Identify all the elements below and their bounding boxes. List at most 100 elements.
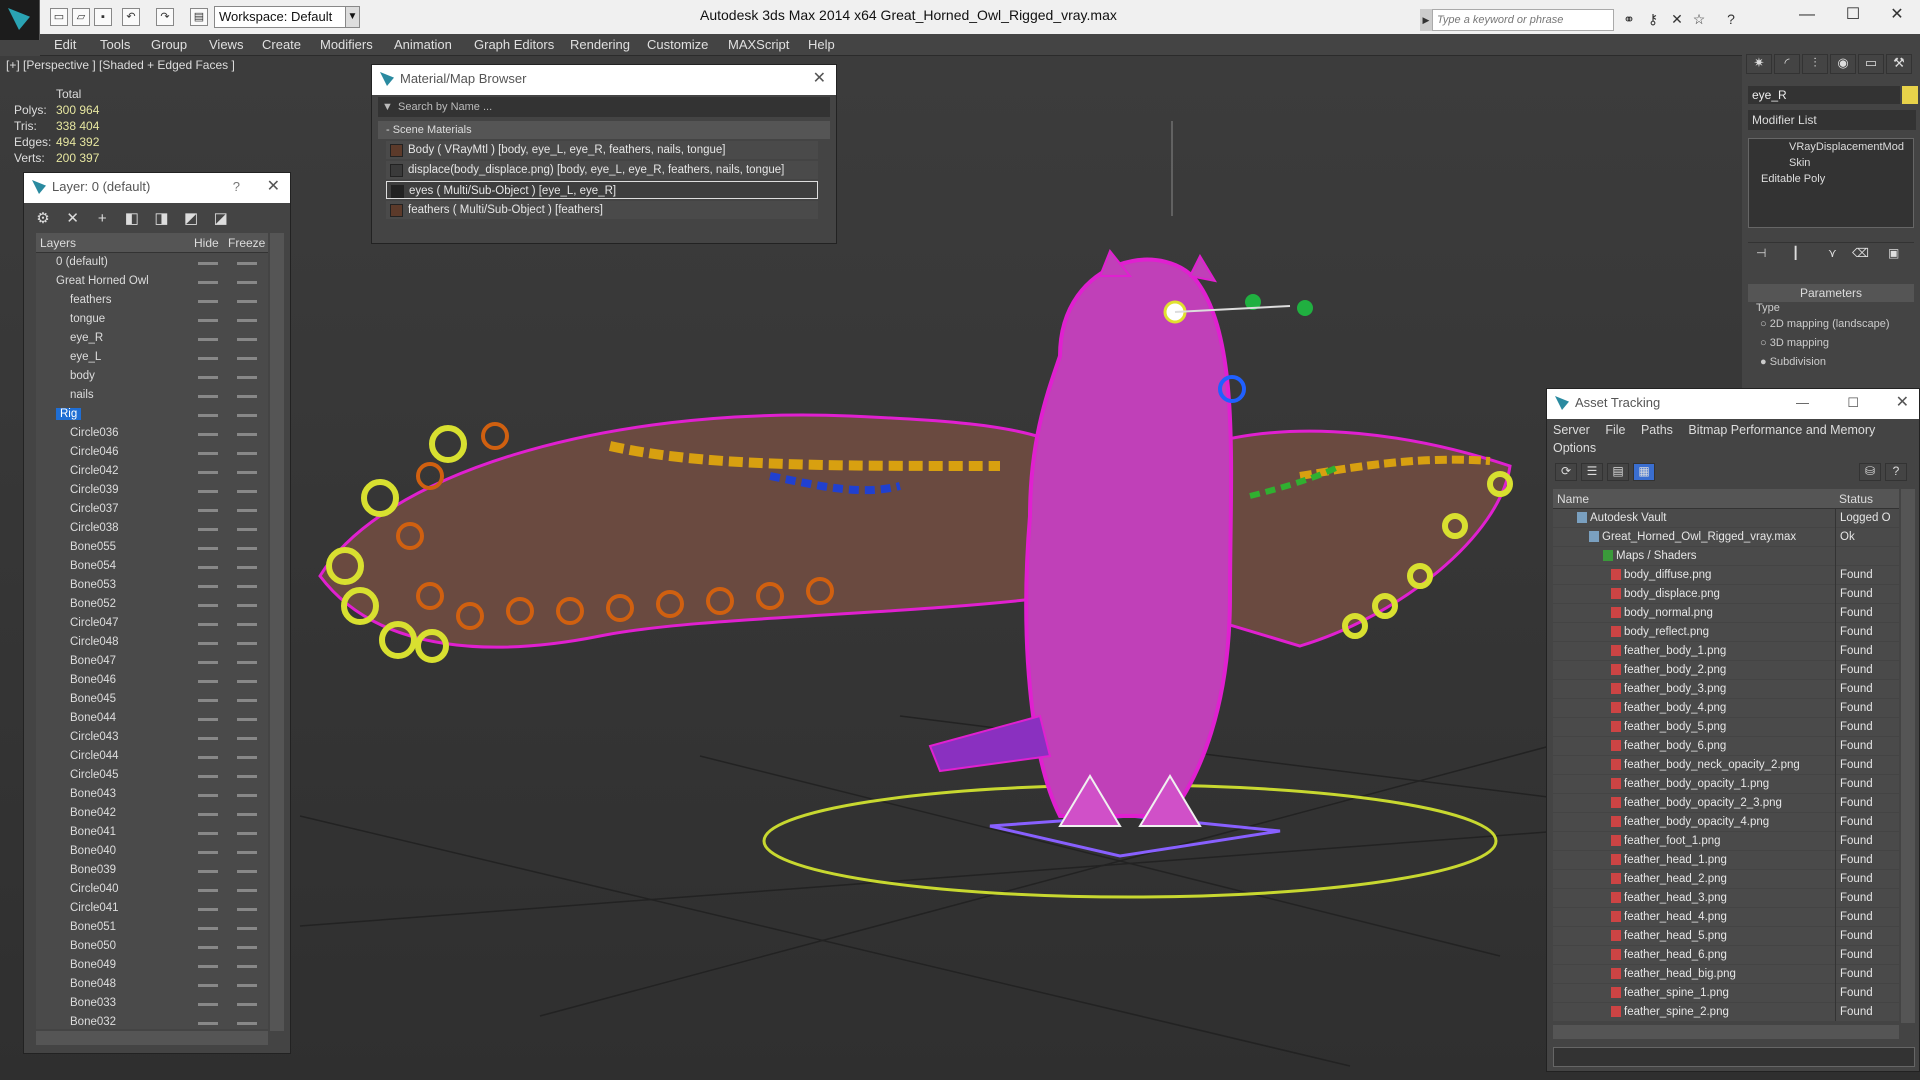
redo-icon[interactable]: ↷ bbox=[156, 8, 174, 26]
freeze-toggle-icon[interactable]: ▬▬ bbox=[237, 348, 257, 367]
asset-tracking-titlebar[interactable]: Asset Tracking — ☐ ✕ bbox=[1547, 389, 1919, 419]
menu-rendering[interactable]: Rendering bbox=[570, 37, 630, 52]
freeze-toggle-icon[interactable]: ▬▬ bbox=[237, 386, 257, 405]
menu-options[interactable]: Options bbox=[1553, 441, 1596, 455]
menu-modifiers[interactable]: Modifiers bbox=[320, 37, 373, 52]
hide-toggle-icon[interactable]: ▬▬ bbox=[198, 614, 218, 633]
material-row[interactable]: feathers ( Multi/Sub-Object ) [feathers] bbox=[386, 201, 818, 219]
hide-toggle-icon[interactable]: ▬▬ bbox=[198, 652, 218, 671]
close-icon[interactable]: ✕ bbox=[1896, 389, 1909, 417]
hide-toggle-icon[interactable]: ▬▬ bbox=[198, 937, 218, 956]
pin-stack-icon[interactable]: ⊣ bbox=[1756, 246, 1766, 260]
hide-toggle-icon[interactable]: ▬▬ bbox=[198, 785, 218, 804]
binoculars-icon[interactable]: ⚭ bbox=[1620, 10, 1638, 28]
hide-toggle-icon[interactable]: ▬▬ bbox=[198, 690, 218, 709]
freeze-toggle-icon[interactable]: ▬▬ bbox=[237, 519, 257, 538]
save-icon[interactable]: ▪ bbox=[94, 8, 112, 26]
menu-group[interactable]: Group bbox=[151, 37, 187, 52]
object-color-swatch[interactable] bbox=[1902, 86, 1918, 104]
radio-3d-mapping[interactable]: ○ 3D mapping bbox=[1760, 337, 1829, 349]
layer-row[interactable]: feathers ▬▬ ▬▬ bbox=[36, 291, 268, 310]
freeze-toggle-icon[interactable]: ▬▬ bbox=[237, 709, 257, 728]
menu-graph-editors[interactable]: Graph Editors bbox=[474, 37, 554, 52]
menu-maxscript[interactable]: MAXScript bbox=[728, 37, 789, 52]
material-browser-titlebar[interactable]: Material/Map Browser ✕ bbox=[372, 65, 836, 95]
material-search-input[interactable]: ▼ Search by Name ... bbox=[378, 97, 830, 117]
asset-row[interactable]: feather_body_1.png Found bbox=[1553, 642, 1899, 661]
asset-row[interactable]: feather_spine_1.png Found bbox=[1553, 984, 1899, 1003]
layer-panel-titlebar[interactable]: Layer: 0 (default) ? ✕ bbox=[24, 173, 290, 203]
material-row[interactable]: Body ( VRayMtl ) [body, eye_L, eye_R, fe… bbox=[386, 141, 818, 159]
help-icon[interactable]: ? bbox=[1885, 463, 1907, 481]
layer-row[interactable]: Bone045 ▬▬ ▬▬ bbox=[36, 690, 268, 709]
hide-all-icon[interactable]: ◩ bbox=[178, 209, 204, 227]
layer-row[interactable]: Circle048 ▬▬ ▬▬ bbox=[36, 633, 268, 652]
freeze-toggle-icon[interactable]: ▬▬ bbox=[237, 994, 257, 1013]
hide-toggle-icon[interactable]: ▬▬ bbox=[198, 766, 218, 785]
hide-toggle-icon[interactable]: ▬▬ bbox=[198, 994, 218, 1013]
col-status[interactable]: Status bbox=[1839, 489, 1873, 509]
make-unique-icon[interactable]: ⋎ bbox=[1828, 246, 1837, 260]
project-folder-icon[interactable]: ▤ bbox=[190, 8, 208, 26]
asset-row[interactable]: feather_head_6.png Found bbox=[1553, 946, 1899, 965]
layer-row[interactable]: Bone047 ▬▬ ▬▬ bbox=[36, 652, 268, 671]
asset-row[interactable]: feather_body_2.png Found bbox=[1553, 661, 1899, 680]
hide-toggle-icon[interactable]: ▬▬ bbox=[198, 747, 218, 766]
close-icon[interactable]: ✕ bbox=[813, 65, 826, 93]
search-input[interactable]: Type a keyword or phrase bbox=[1432, 9, 1614, 31]
hide-toggle-icon[interactable]: ▬▬ bbox=[198, 329, 218, 348]
layer-row[interactable]: eye_R ▬▬ ▬▬ bbox=[36, 329, 268, 348]
asset-row[interactable]: feather_body_5.png Found bbox=[1553, 718, 1899, 737]
material-row[interactable]: displace(body_displace.png) [body, eye_L… bbox=[386, 161, 818, 179]
asset-row[interactable]: body_diffuse.png Found bbox=[1553, 566, 1899, 585]
layer-row[interactable]: Bone048 ▬▬ ▬▬ bbox=[36, 975, 268, 994]
hide-toggle-icon[interactable]: ▬▬ bbox=[198, 1013, 218, 1029]
asset-row[interactable]: feather_spine_2.png Found bbox=[1553, 1003, 1899, 1021]
layer-row[interactable]: Circle044 ▬▬ ▬▬ bbox=[36, 747, 268, 766]
layer-row[interactable]: Bone043 ▬▬ ▬▬ bbox=[36, 785, 268, 804]
hide-toggle-icon[interactable]: ▬▬ bbox=[198, 481, 218, 500]
hide-toggle-icon[interactable]: ▬▬ bbox=[198, 576, 218, 595]
asset-row[interactable]: feather_head_big.png Found bbox=[1553, 965, 1899, 984]
material-row[interactable]: eyes ( Multi/Sub-Object ) [eye_L, eye_R] bbox=[386, 181, 818, 199]
horizontal-scrollbar[interactable] bbox=[36, 1031, 268, 1045]
layer-row[interactable]: Circle047 ▬▬ ▬▬ bbox=[36, 614, 268, 633]
layer-row[interactable]: Bone054 ▬▬ ▬▬ bbox=[36, 557, 268, 576]
freeze-toggle-icon[interactable]: ▬▬ bbox=[237, 804, 257, 823]
freeze-toggle-icon[interactable]: ▬▬ bbox=[237, 1013, 257, 1029]
hide-toggle-icon[interactable]: ▬▬ bbox=[198, 538, 218, 557]
menu-create[interactable]: Create bbox=[262, 37, 301, 52]
layer-row[interactable]: Circle036 ▬▬ ▬▬ bbox=[36, 424, 268, 443]
layer-row[interactable]: Circle045 ▬▬ ▬▬ bbox=[36, 766, 268, 785]
show-end-result-icon[interactable]: ┃ bbox=[1792, 246, 1799, 260]
freeze-toggle-icon[interactable]: ▬▬ bbox=[237, 823, 257, 842]
asset-row[interactable]: feather_body_opacity_1.png Found bbox=[1553, 775, 1899, 794]
freeze-toggle-icon[interactable]: ▬▬ bbox=[237, 329, 257, 348]
freeze-toggle-icon[interactable]: ▬▬ bbox=[237, 557, 257, 576]
hide-toggle-icon[interactable]: ▬▬ bbox=[198, 671, 218, 690]
asset-row[interactable]: feather_head_5.png Found bbox=[1553, 927, 1899, 946]
col-layers[interactable]: Layers bbox=[40, 233, 76, 253]
horizontal-scrollbar[interactable] bbox=[1553, 1025, 1899, 1039]
stack-item[interactable]: Editable Poly bbox=[1749, 171, 1913, 187]
freeze-toggle-icon[interactable]: ▬▬ bbox=[237, 861, 257, 880]
freeze-toggle-icon[interactable]: ▬▬ bbox=[237, 405, 257, 424]
stack-item[interactable]: VRayDisplacementMod bbox=[1749, 139, 1913, 155]
layer-row[interactable]: 0 (default) ▬▬ ▬▬ bbox=[36, 253, 268, 272]
freeze-toggle-icon[interactable]: ▬▬ bbox=[237, 576, 257, 595]
layer-row[interactable]: eye_L ▬▬ ▬▬ bbox=[36, 348, 268, 367]
freeze-toggle-icon[interactable]: ▬▬ bbox=[237, 918, 257, 937]
layer-row[interactable]: Bone050 ▬▬ ▬▬ bbox=[36, 937, 268, 956]
freeze-toggle-icon[interactable]: ▬▬ bbox=[237, 481, 257, 500]
freeze-toggle-icon[interactable]: ▬▬ bbox=[237, 766, 257, 785]
hide-toggle-icon[interactable]: ▬▬ bbox=[198, 595, 218, 614]
modifier-list-dropdown[interactable]: Modifier List bbox=[1748, 110, 1916, 130]
asset-row[interactable]: Great_Horned_Owl_Rigged_vray.max Ok bbox=[1553, 528, 1899, 547]
layer-row[interactable]: Bone041 ▬▬ ▬▬ bbox=[36, 823, 268, 842]
freeze-toggle-icon[interactable]: ▬▬ bbox=[237, 595, 257, 614]
hide-toggle-icon[interactable]: ▬▬ bbox=[198, 405, 218, 424]
table-view-icon[interactable]: ▦ bbox=[1633, 463, 1655, 481]
hide-toggle-icon[interactable]: ▬▬ bbox=[198, 462, 218, 481]
asset-row[interactable]: body_normal.png Found bbox=[1553, 604, 1899, 623]
hide-toggle-icon[interactable]: ▬▬ bbox=[198, 842, 218, 861]
